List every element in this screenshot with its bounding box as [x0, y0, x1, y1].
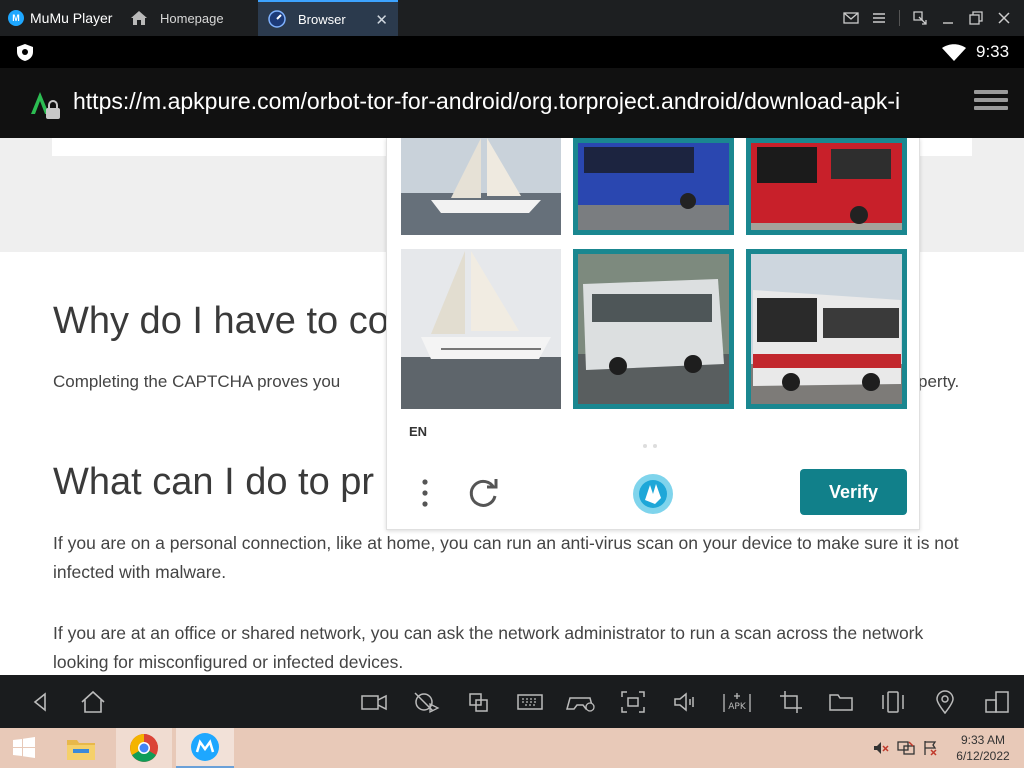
captcha-tile-sailboat[interactable] [401, 249, 561, 409]
screen: M MuMu Player Homepage Browser ✕ 9:33 ht… [0, 0, 1024, 768]
paragraph-personal-connection: If you are on a personal connection, lik… [53, 533, 959, 582]
chrome-icon[interactable] [116, 728, 172, 768]
window-controls [839, 0, 1016, 36]
svg-text:APK: APK [728, 702, 747, 712]
mumu-logo-icon: M [8, 10, 24, 26]
volume-muted-icon[interactable] [872, 728, 890, 768]
multi-window-icon[interactable] [466, 690, 492, 714]
clock-time: 9:33 AM [960, 733, 1006, 747]
tab-browser[interactable]: Browser ✕ [258, 0, 398, 36]
tab-label: Homepage [160, 10, 224, 26]
minimize-icon[interactable] [936, 6, 960, 30]
app-name: MuMu Player [30, 10, 113, 26]
captcha-tile-white-bus[interactable] [573, 249, 734, 409]
home-icon[interactable] [80, 690, 106, 714]
rotate-icon[interactable] [880, 690, 906, 714]
shrink-icon[interactable] [908, 6, 932, 30]
browser-url-bar: https://m.apkpure.com/orbot-tor-for-andr… [0, 68, 1024, 138]
emulator-toolbar: APK [0, 675, 1024, 728]
mumu-player-icon[interactable] [176, 728, 234, 768]
heading-why: Why do I have to co [53, 300, 389, 342]
captcha-explanation: Completing the CAPTCHA proves you [53, 372, 341, 391]
file-explorer-icon[interactable] [60, 728, 102, 768]
refresh-icon[interactable] [467, 476, 501, 515]
gamepad-icon[interactable] [566, 690, 595, 714]
clock-date: 6/12/2022 [956, 749, 1010, 763]
captcha-explanation-end: perty. [918, 372, 960, 391]
tab-label: Browser [298, 11, 346, 27]
android-status-bar: 9:33 [0, 36, 1024, 68]
volume-icon[interactable] [672, 690, 698, 714]
shield-icon [16, 43, 34, 67]
status-time: 9:33 [976, 42, 1010, 61]
captcha-tile-blue-bus[interactable] [573, 138, 734, 235]
language-selector[interactable]: EN [409, 424, 427, 439]
crop-icon[interactable] [778, 690, 804, 714]
close-icon[interactable] [992, 6, 1016, 30]
operation-record-icon[interactable] [412, 690, 440, 714]
location-icon[interactable] [932, 690, 958, 715]
captcha-tile-sailboat[interactable] [401, 138, 561, 235]
apk-install-icon[interactable]: APK [722, 690, 752, 714]
network-icon[interactable] [896, 728, 916, 768]
close-tab-icon[interactable]: ✕ [375, 11, 388, 29]
mail-icon[interactable] [839, 6, 863, 30]
divider [899, 10, 900, 26]
back-icon[interactable] [28, 690, 54, 714]
more-options-icon[interactable] [421, 476, 429, 510]
browser-compass-icon [268, 10, 286, 28]
page-indicator [643, 435, 665, 448]
restore-icon[interactable] [964, 6, 988, 30]
captcha-tile-red-bus[interactable] [746, 138, 907, 235]
system-clock[interactable]: 9:33 AM 6/12/2022 [948, 732, 1018, 764]
wifi-icon [942, 44, 966, 66]
video-record-icon[interactable] [360, 690, 387, 714]
folder-icon[interactable] [828, 690, 854, 714]
heading-what: What can I do to pr [53, 461, 375, 503]
windows-start-icon[interactable] [6, 728, 42, 768]
app-logo: M MuMu Player [0, 0, 120, 36]
url-field[interactable]: https://m.apkpure.com/orbot-tor-for-andr… [73, 88, 953, 115]
paragraph-office-network: If you are at an office or shared networ… [53, 623, 924, 672]
tab-homepage[interactable]: Homepage [120, 0, 258, 36]
multi-instance-icon[interactable] [984, 690, 1010, 714]
captcha-tile-red-white-bus[interactable] [746, 249, 907, 409]
screenshot-icon[interactable] [620, 690, 646, 714]
action-center-flag-icon[interactable] [920, 728, 940, 768]
home-icon [130, 9, 148, 27]
site-favicon-lock-icon [28, 88, 62, 122]
keyboard-icon[interactable] [516, 690, 543, 714]
hcaptcha-challenge: EN Verify [386, 138, 920, 530]
menu-icon[interactable] [867, 6, 891, 30]
verify-button[interactable]: Verify [800, 469, 907, 515]
emulator-title-bar: M MuMu Player Homepage Browser ✕ [0, 0, 1024, 36]
hcaptcha-logo-icon[interactable] [631, 472, 675, 521]
windows-taskbar: 9:33 AM 6/12/2022 [0, 728, 1024, 768]
browser-menu-icon[interactable] [974, 90, 1008, 118]
